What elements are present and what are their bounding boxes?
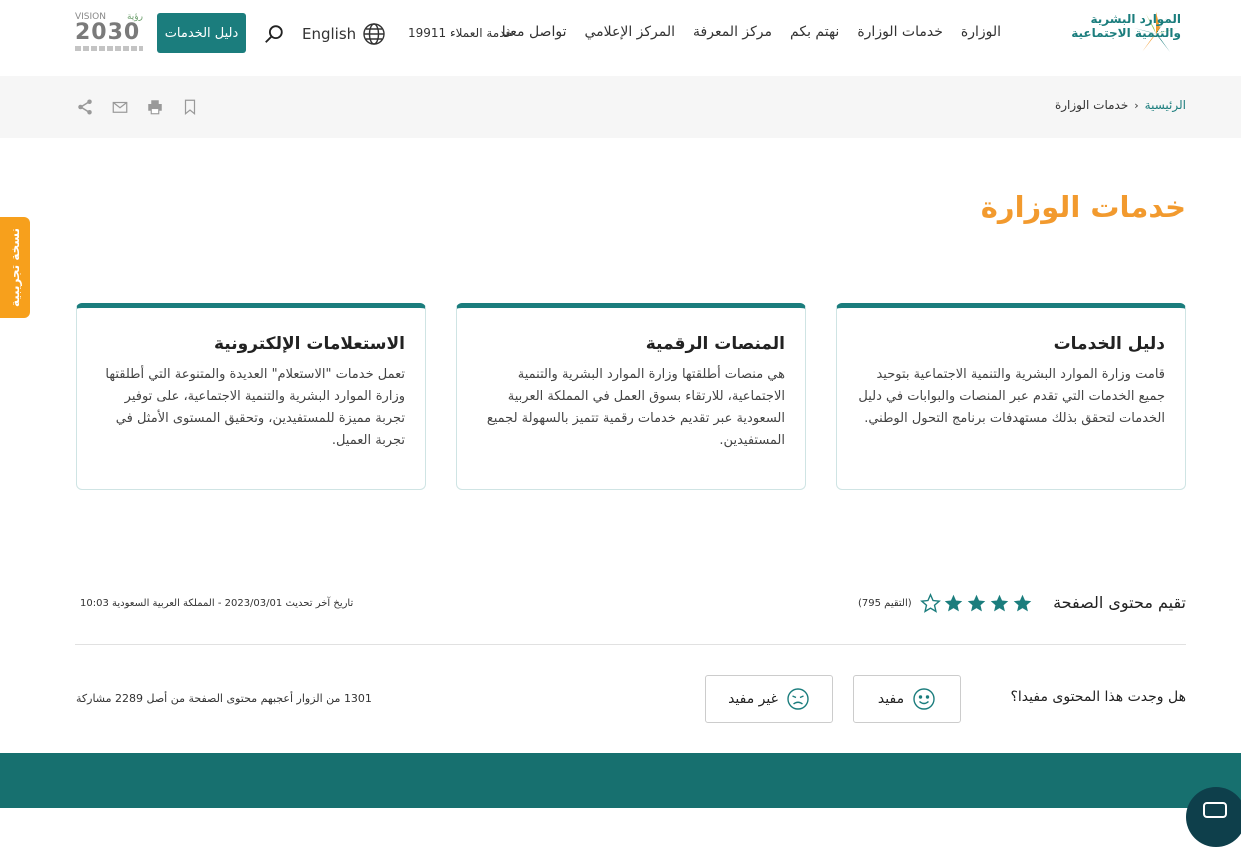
breadcrumb: الرئيسية › خدمات الوزارة xyxy=(1055,98,1186,112)
star-filled-icon[interactable] xyxy=(989,593,1010,614)
nav-item-services[interactable]: خدمات الوزارة xyxy=(857,24,943,40)
last-update-info: تاريخ آخر تحديث 2023/03/01 - المملكة الع… xyxy=(80,598,353,609)
vision-year: 2030 xyxy=(75,20,141,45)
language-label: English xyxy=(302,25,357,43)
breadcrumb-current: خدمات الوزارة xyxy=(1054,98,1129,112)
not-useful-button[interactable]: غير مفيد xyxy=(705,675,833,723)
beta-version-tab[interactable]: نسخة تجريبية xyxy=(0,217,30,318)
feedback-stats: 1301 من الزوار أعجبهم محتوى الصفحة من أص… xyxy=(76,692,372,705)
nav-item-ministry[interactable]: الوزارة xyxy=(961,24,1001,40)
useful-label: مفيد xyxy=(877,691,905,707)
star-filled-icon[interactable] xyxy=(1012,593,1033,614)
smile-icon xyxy=(913,688,935,710)
update-time: 10:03 xyxy=(80,598,109,609)
card-text: هي منصات أطلقتها وزارة الموارد البشرية و… xyxy=(486,367,785,448)
print-icon[interactable] xyxy=(146,98,164,116)
divider xyxy=(75,644,1186,645)
beta-version-label: نسخة تجريبية xyxy=(8,227,22,308)
useful-button[interactable]: مفيد xyxy=(853,675,961,723)
update-label: تاريخ آخر تحديث xyxy=(285,598,354,609)
card-text: قامت وزارة الموارد البشرية والتنمية الاج… xyxy=(858,367,1165,426)
breadcrumb-home[interactable]: الرئيسية xyxy=(1145,98,1186,112)
update-date: 2023/03/01 xyxy=(224,598,283,609)
breadcrumb-separator: › xyxy=(1134,98,1139,112)
card-title: دليل الخدمات xyxy=(1053,334,1165,354)
logo-line1: الموارد البشرية xyxy=(1090,12,1181,26)
main-nav: الوزارة خدمات الوزارة نهتم بكم مركز المع… xyxy=(502,24,1001,40)
rating-stars xyxy=(920,593,1033,614)
share-icon[interactable] xyxy=(76,98,94,116)
chat-button[interactable] xyxy=(1186,787,1241,847)
card-digital-platforms[interactable]: المنصات الرقمية هي منصات أطلقتها وزارة ا… xyxy=(456,303,806,490)
not-useful-label: غير مفيد xyxy=(728,691,778,707)
card-title: المنصات الرقمية xyxy=(645,334,785,354)
star-filled-icon[interactable] xyxy=(943,593,964,614)
star-empty-icon[interactable] xyxy=(920,593,941,614)
customer-service-hotline[interactable]: خدمة العملاء 19911 xyxy=(408,26,513,40)
chat-icon xyxy=(1203,802,1227,818)
services-guide-button[interactable]: دليل الخدمات xyxy=(157,13,246,53)
page-tools xyxy=(76,98,199,116)
language-switch[interactable]: English xyxy=(302,22,386,46)
site-header: الموارد البشرية والتنمية الاجتماعية الوز… xyxy=(0,0,1241,76)
rating-count: (التقيم 795) xyxy=(858,598,912,609)
bookmark-icon[interactable] xyxy=(181,98,199,116)
card-e-inquiries[interactable]: الاستعلامات الإلكترونية تعمل خدمات "الاس… xyxy=(76,303,426,490)
nav-item-media[interactable]: المركز الإعلامي xyxy=(584,24,675,40)
search-icon[interactable] xyxy=(263,23,285,45)
rating-label: تقيم محتوى الصفحة xyxy=(1053,593,1186,612)
globe-icon xyxy=(363,23,385,45)
update-location: المملكة العربية السعودية xyxy=(112,598,215,609)
breadcrumb-bar: الرئيسية › خدمات الوزارة xyxy=(0,76,1241,138)
nav-item-care[interactable]: نهتم بكم xyxy=(790,24,839,40)
vision-2030-logo[interactable]: VISION رؤية 2030 xyxy=(75,12,143,54)
sad-icon xyxy=(787,688,809,710)
update-separator: - xyxy=(217,598,222,609)
card-title: الاستعلامات الإلكترونية xyxy=(213,334,405,354)
card-services-guide[interactable]: دليل الخدمات قامت وزارة الموارد البشرية … xyxy=(836,303,1186,490)
logo-line2: والتنمية الاجتماعية xyxy=(1071,26,1181,40)
mail-icon[interactable] xyxy=(111,98,129,116)
star-filled-icon[interactable] xyxy=(966,593,987,614)
card-text: تعمل خدمات "الاستعلام" العديدة والمتنوعة… xyxy=(105,367,405,448)
nav-item-knowledge[interactable]: مركز المعرفة xyxy=(693,24,772,40)
site-footer xyxy=(0,753,1241,808)
page-title: خدمات الوزارة xyxy=(980,190,1186,224)
feedback-question: هل وجدت هذا المحتوى مفيدا؟ xyxy=(1010,689,1186,705)
ministry-name: الموارد البشرية والتنمية الاجتماعية xyxy=(1071,12,1181,40)
